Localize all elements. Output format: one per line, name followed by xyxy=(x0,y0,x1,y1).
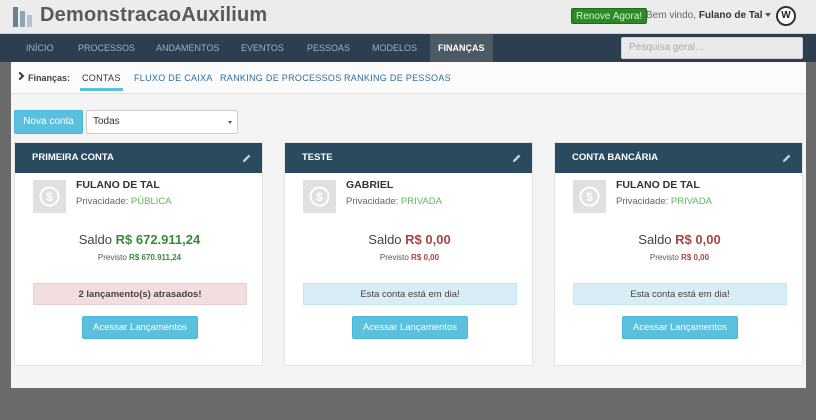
pencil-icon[interactable] xyxy=(511,153,522,164)
svg-text:$: $ xyxy=(586,190,593,204)
nav-item-financas[interactable]: Finanças xyxy=(430,34,493,62)
welcome-text: Bem vindo, Fulano de Tal xyxy=(646,10,763,21)
filter-value: Todas xyxy=(93,116,120,127)
account-card: Teste $ Gabriel Privacidade: Privada Sal… xyxy=(284,142,533,366)
privacy-info: Privacidade: Pública xyxy=(76,196,172,207)
tab-contas[interactable]: Contas xyxy=(80,73,123,91)
forecast-label: Previsto xyxy=(97,253,127,262)
pencil-icon[interactable] xyxy=(241,153,252,164)
forecast-value: R$ 670.911,24 xyxy=(129,253,182,262)
svg-text:$: $ xyxy=(46,190,53,204)
account-owner: Gabriel xyxy=(346,179,394,191)
balance-label: Saldo xyxy=(78,232,113,247)
section-label: Finanças: xyxy=(28,73,71,83)
card-header: Primeira conta xyxy=(15,143,262,173)
balance-value: R$ 0,00 xyxy=(675,232,721,247)
account-filter-select[interactable]: Todas xyxy=(86,110,238,134)
new-account-button[interactable]: Nova conta xyxy=(14,110,83,134)
balance: Saldo R$ 672.911,24 xyxy=(15,232,264,247)
balance-label: Saldo xyxy=(368,232,402,247)
account-owner: Fulano de Tal xyxy=(616,179,700,191)
account-card: Primeira conta $ Fulano de Tal Privacida… xyxy=(14,142,263,366)
privacy-info: Privacidade: Privada xyxy=(616,196,712,207)
chevron-down-icon xyxy=(228,121,232,124)
balance-label: Saldo xyxy=(638,232,672,247)
status-alert: Esta conta está em dia! xyxy=(573,283,787,305)
pencil-icon[interactable] xyxy=(781,153,792,164)
nav-item-processos[interactable]: Processos xyxy=(78,34,135,62)
access-entries-button[interactable]: Acessar Lançamentos xyxy=(82,316,198,339)
logo-icon xyxy=(13,7,32,27)
dollar-icon: $ xyxy=(573,180,606,213)
renew-button[interactable]: Renove Agora! xyxy=(571,8,648,24)
card-header: Conta bancária xyxy=(555,143,802,173)
dollar-icon: $ xyxy=(33,180,66,213)
nav-item-modelos[interactable]: Modelos xyxy=(372,34,417,62)
privacy-label: Privacidade: xyxy=(346,196,399,207)
privacy-value: Pública xyxy=(130,196,172,207)
search-input[interactable]: Pesquisa geral... xyxy=(621,37,803,59)
main-panel: Finanças: Contas Fluxo de caixa Ranking … xyxy=(11,62,806,388)
nav-item-eventos[interactable]: Eventos xyxy=(241,34,284,62)
privacy-label: Privacidade: xyxy=(76,196,129,207)
account-owner: Fulano de Tal xyxy=(76,179,160,191)
forecast: Previsto R$ 0,00 xyxy=(555,253,804,262)
privacy-label: Privacidade: xyxy=(616,196,669,207)
privacy-value: Privada xyxy=(670,196,712,207)
avatar[interactable]: W xyxy=(776,6,796,26)
access-entries-button[interactable]: Acessar Lançamentos xyxy=(622,316,738,339)
tab-ranking-de-processos[interactable]: Ranking de processos xyxy=(220,73,342,83)
tab-ranking-de-pessoas[interactable]: Ranking de pessoas xyxy=(344,73,451,83)
forecast-label: Previsto xyxy=(649,253,679,262)
nav-item-andamentos[interactable]: Andamentos xyxy=(156,34,219,62)
access-entries-button[interactable]: Acessar Lançamentos xyxy=(352,316,468,339)
tab-fluxo-de-caixa[interactable]: Fluxo de caixa xyxy=(134,73,213,83)
forecast-label: Previsto xyxy=(379,253,409,262)
privacy-value: Privada xyxy=(400,196,442,207)
brand-name[interactable]: DemonstracaoAuxilium xyxy=(40,4,267,27)
balance-value: R$ 672.911,24 xyxy=(115,232,201,247)
forecast: Previsto R$ 0,00 xyxy=(285,253,534,262)
user-name-link[interactable]: Fulano de Tal xyxy=(699,10,763,21)
sub-navigation: Finanças: Contas Fluxo de caixa Ranking … xyxy=(11,62,806,94)
forecast-value: R$ 0,00 xyxy=(681,253,710,262)
forecast: Previsto R$ 670.911,24 xyxy=(15,253,264,262)
nav-item-inicio[interactable]: Início xyxy=(26,34,54,62)
chevron-right-icon xyxy=(15,71,25,81)
status-alert: 2 lançamento(s) atrasados! xyxy=(33,283,247,305)
privacy-info: Privacidade: Privada xyxy=(346,196,442,207)
balance: Saldo R$ 0,00 xyxy=(285,232,534,247)
svg-text:$: $ xyxy=(316,190,323,204)
top-header: DemonstracaoAuxilium Renove Agora! Bem v… xyxy=(0,0,816,34)
dollar-icon: $ xyxy=(303,180,336,213)
account-card: Conta bancária $ Fulano de Tal Privacida… xyxy=(554,142,803,366)
card-title: Teste xyxy=(302,152,333,163)
forecast-value: R$ 0,00 xyxy=(411,253,440,262)
balance: Saldo R$ 0,00 xyxy=(555,232,804,247)
status-alert: Esta conta está em dia! xyxy=(303,283,517,305)
chevron-down-icon[interactable] xyxy=(765,13,771,17)
card-title: Primeira conta xyxy=(32,152,114,163)
nav-item-pessoas[interactable]: Pessoas xyxy=(307,34,350,62)
welcome-prefix: Bem vindo, xyxy=(646,10,697,21)
card-title: Conta bancária xyxy=(572,152,659,163)
balance-value: R$ 0,00 xyxy=(405,232,451,247)
card-header: Teste xyxy=(285,143,532,173)
